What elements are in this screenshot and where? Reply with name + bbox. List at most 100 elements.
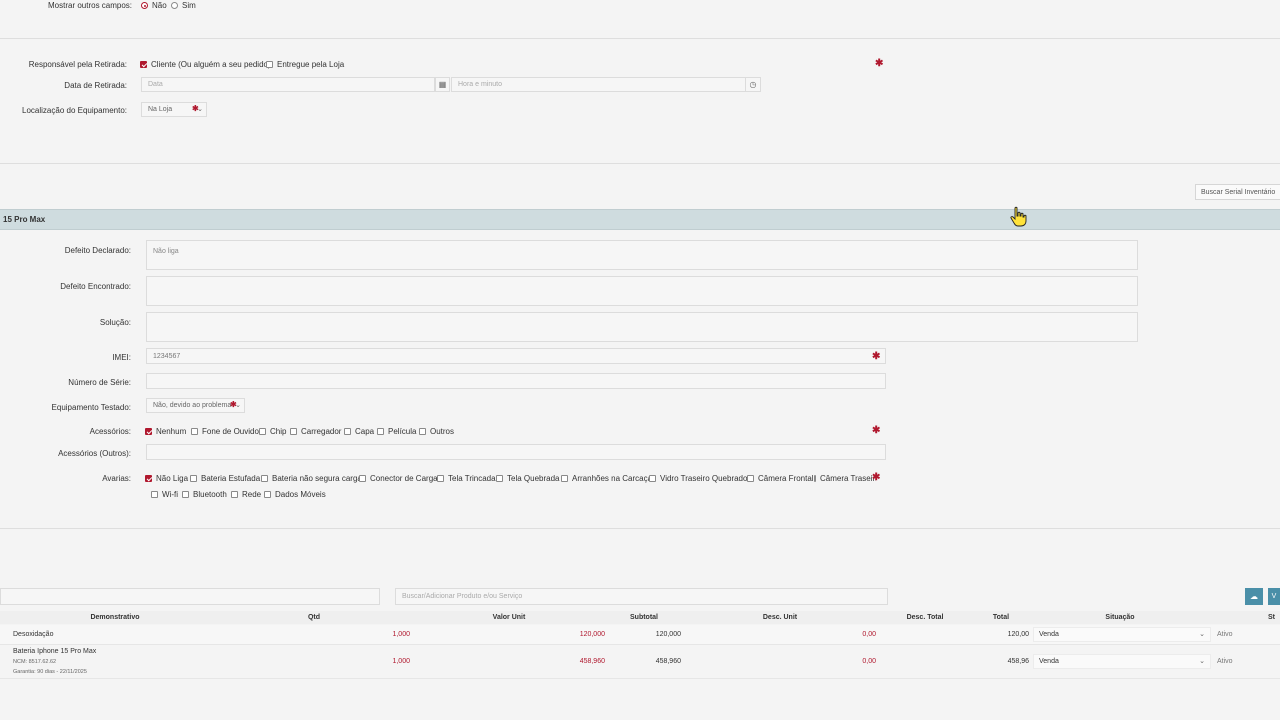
avaria-label: Tela Quebrada — [507, 474, 560, 483]
avaria-nao-liga[interactable]: Não Liga — [145, 474, 188, 483]
row-valor[interactable]: 120,000 — [555, 631, 605, 638]
avaria-tela-trincada[interactable]: Tela Trincada — [437, 474, 496, 483]
avaria-nao-liga-box[interactable] — [145, 475, 152, 482]
acessorio-outros-box[interactable] — [419, 428, 426, 435]
row-desc[interactable]: 0,00 — [826, 658, 876, 665]
acessorios-label: Acessórios: — [89, 427, 131, 436]
avaria-tela-quebrada[interactable]: Tela Quebrada — [496, 474, 559, 483]
avaria-vidro-traseiro[interactable]: Vidro Traseiro Quebrado — [649, 474, 747, 483]
check-cliente[interactable]: Cliente (Ou alguém a seu pedido) — [140, 60, 271, 69]
avaria-checkbox[interactable] — [496, 475, 503, 482]
imei-input[interactable]: 1234567 — [146, 348, 886, 364]
avaria-checkbox[interactable] — [437, 475, 444, 482]
avaria-checkbox[interactable] — [561, 475, 568, 482]
hora-input[interactable]: Hora e minuto — [451, 77, 746, 92]
radio-sim[interactable]: Sim — [171, 1, 196, 10]
imei-label: IMEI: — [112, 353, 131, 362]
avaria-checkbox[interactable] — [182, 491, 189, 498]
acessorio-chip-box[interactable] — [259, 428, 266, 435]
localizacao-select[interactable]: Na Loja ✱ ⌄ — [141, 102, 207, 117]
avaria-label: Vidro Traseiro Quebrado — [660, 474, 748, 483]
col-total: Total — [992, 614, 1010, 621]
row-situacao-select[interactable]: Venda ⌄ — [1033, 627, 1211, 642]
row-qtd[interactable]: 1,000 — [360, 658, 410, 665]
data-input[interactable]: Data — [141, 77, 435, 92]
avaria-arranhoes[interactable]: Arranhões na Carcaça — [561, 474, 652, 483]
clock-icon[interactable]: ◷ — [745, 77, 761, 92]
avaria-bateria-carga[interactable]: Bateria não segura carga — [261, 474, 362, 483]
avaria-label: Câmera Frontal — [758, 474, 814, 483]
col-valor-unit: Valor Unit — [492, 614, 526, 621]
serie-label: Número de Série: — [68, 378, 131, 387]
action-button[interactable]: V — [1268, 588, 1280, 605]
row-desc[interactable]: 0,00 — [826, 631, 876, 638]
avaria-camera-traseira[interactable]: Câmera Traseira — [814, 474, 876, 483]
row-qtd[interactable]: 1,000 — [360, 631, 410, 638]
radio-sim-indicator[interactable] — [171, 2, 178, 9]
avaria-camera-frontal[interactable]: Câmera Frontal — [747, 474, 814, 483]
avaria-bluetooth[interactable]: Bluetooth — [182, 490, 227, 499]
avaria-label: Wi-fi — [162, 490, 178, 499]
acessorio-pelicula[interactable]: Película — [377, 427, 416, 436]
col-status: St — [1268, 614, 1275, 621]
acessorio-fone-box[interactable] — [191, 428, 198, 435]
avaria-checkbox[interactable] — [747, 475, 754, 482]
avaria-dados-moveis[interactable]: Dados Móveis — [264, 490, 326, 499]
check-loja-box[interactable] — [266, 61, 273, 68]
radio-nao-label: Não — [152, 1, 167, 10]
solucao-textarea[interactable] — [146, 312, 1138, 342]
divider — [0, 163, 1280, 164]
testado-label: Equipamento Testado: — [51, 403, 131, 412]
acessorio-outros[interactable]: Outros — [419, 427, 454, 436]
defeito-declarado-textarea[interactable]: Não liga — [146, 240, 1138, 270]
serie-input[interactable] — [146, 373, 886, 389]
defeito-encontrado-label: Defeito Encontrado: — [60, 282, 131, 291]
testado-select[interactable]: Não, devido ao problema ✱ ⌄ — [146, 398, 245, 413]
avaria-checkbox[interactable] — [190, 475, 197, 482]
acessorio-nenhum-label: Nenhum — [156, 427, 187, 436]
check-loja-label: Entregue pela Loja — [277, 60, 345, 69]
radio-nao-indicator[interactable] — [141, 2, 148, 9]
calendar-icon[interactable]: ▦ — [435, 77, 450, 92]
chevron-down-icon: ⌄ — [197, 106, 203, 113]
row-garantia: Garantia: 90 dias - 22/11/2025 — [13, 669, 87, 675]
check-cliente-label: Cliente (Ou alguém a seu pedido) — [151, 60, 271, 69]
avaria-wifi[interactable]: Wi-fi — [151, 490, 178, 499]
row-name: Bateria Iphone 15 Pro Max — [13, 648, 97, 655]
row-valor[interactable]: 458,960 — [555, 658, 605, 665]
avaria-conector[interactable]: Conector de Carga — [359, 474, 438, 483]
product-search-input[interactable]: Buscar/Adicionar Produto e/ou Serviço — [395, 588, 888, 605]
check-cliente-box[interactable] — [140, 61, 147, 68]
avaria-checkbox[interactable] — [261, 475, 268, 482]
avaria-checkbox[interactable] — [231, 491, 238, 498]
avaria-checkbox[interactable] — [649, 475, 656, 482]
avaria-checkbox[interactable] — [264, 491, 271, 498]
cloud-icon[interactable]: ☁ — [1245, 588, 1263, 605]
acessorio-carregador[interactable]: Carregador — [290, 427, 341, 436]
row-situacao-select[interactable]: Venda ⌄ — [1033, 654, 1211, 669]
acessorio-nenhum-box[interactable] — [145, 428, 152, 435]
acessorios-outros-input[interactable] — [146, 444, 886, 460]
avaria-label: Rede — [242, 490, 262, 499]
acessorio-fone[interactable]: Fone de Ouvido — [191, 427, 259, 436]
device-title: 15 Pro Max — [3, 215, 46, 224]
product-code-input[interactable] — [0, 588, 380, 605]
acessorio-capa-label: Capa — [355, 427, 375, 436]
acessorio-pelicula-box[interactable] — [377, 428, 384, 435]
avaria-checkbox[interactable] — [359, 475, 366, 482]
radio-nao[interactable]: Não — [141, 1, 167, 10]
acessorio-carregador-box[interactable] — [290, 428, 297, 435]
buscar-serial-button[interactable]: Buscar Serial Inventário — [1195, 184, 1280, 200]
avaria-checkbox[interactable] — [151, 491, 158, 498]
acessorio-capa[interactable]: Capa — [344, 427, 374, 436]
defeito-encontrado-textarea[interactable] — [146, 276, 1138, 306]
acessorio-capa-box[interactable] — [344, 428, 351, 435]
avaria-rede[interactable]: Rede — [231, 490, 261, 499]
avaria-bateria-estufada[interactable]: Bateria Estufada — [190, 474, 260, 483]
acessorio-nenhum[interactable]: Nenhum — [145, 427, 186, 436]
avaria-checkbox[interactable] — [814, 475, 816, 482]
avaria-label: Bateria não segura carga — [272, 474, 362, 483]
check-loja[interactable]: Entregue pela Loja — [266, 60, 344, 69]
acessorio-chip[interactable]: Chip — [259, 427, 286, 436]
device-header-band — [0, 209, 1280, 230]
